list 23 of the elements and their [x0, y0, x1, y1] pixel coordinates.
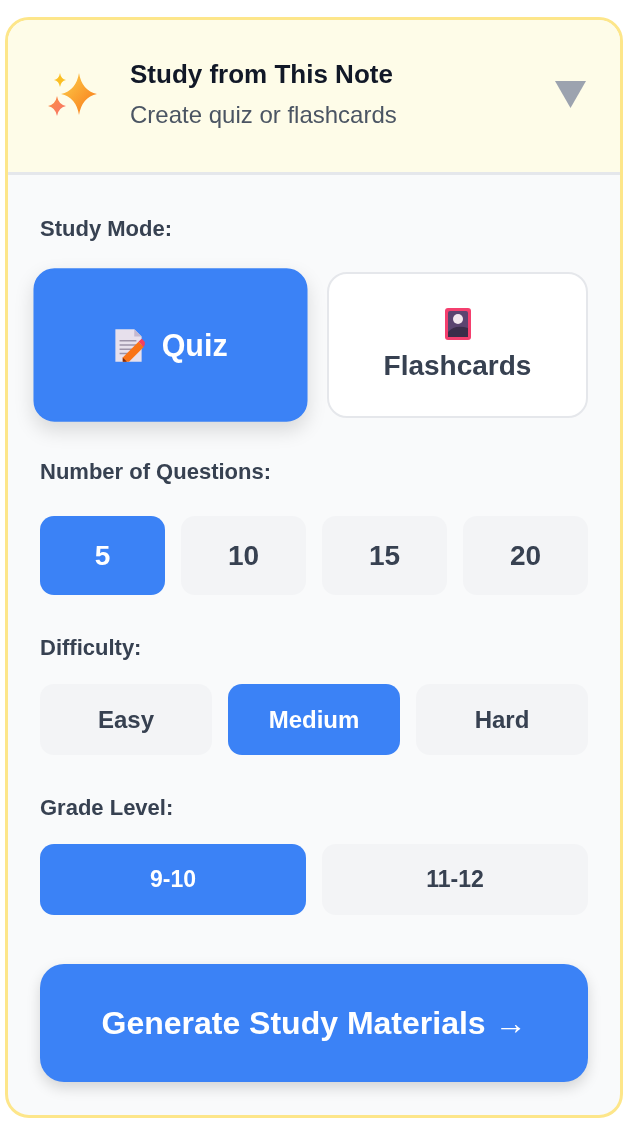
question-count-button[interactable]: 20	[463, 516, 588, 595]
picture-card-icon	[444, 308, 471, 340]
panel-header[interactable]: Study from This Note Create quiz or flashcards	[8, 20, 620, 175]
difficulty-button[interactable]: Hard	[416, 684, 588, 755]
section-label: Difficulty:	[40, 634, 143, 662]
generate-button[interactable]: Generate Study Materials →	[40, 964, 588, 1082]
difficulty-button[interactable]: Easy	[40, 684, 212, 755]
panel-subtitle: Create quiz or flashcards	[130, 100, 398, 130]
difficulty-button[interactable]: Medium	[228, 684, 400, 755]
grade-level-button[interactable]: 9-10	[40, 844, 306, 915]
caret-down-icon[interactable]	[555, 80, 586, 108]
question-count-button[interactable]: 5	[40, 516, 165, 595]
question-count-button[interactable]: 10	[181, 516, 306, 595]
section-label: Number of Questions:	[40, 458, 272, 486]
question-count-button[interactable]: 15	[322, 516, 447, 595]
study-mode-button[interactable]: Quiz	[33, 268, 308, 422]
section-label: Grade Level:	[40, 794, 175, 822]
study-mode-button[interactable]: Flashcards	[327, 272, 588, 418]
grade-level-button[interactable]: 11-12	[322, 844, 588, 915]
memo-pencil-icon	[113, 327, 145, 363]
sparkles-icon	[48, 72, 98, 116]
panel-title: Study from This Note	[130, 58, 394, 90]
section-label: Study Mode:	[40, 215, 173, 243]
